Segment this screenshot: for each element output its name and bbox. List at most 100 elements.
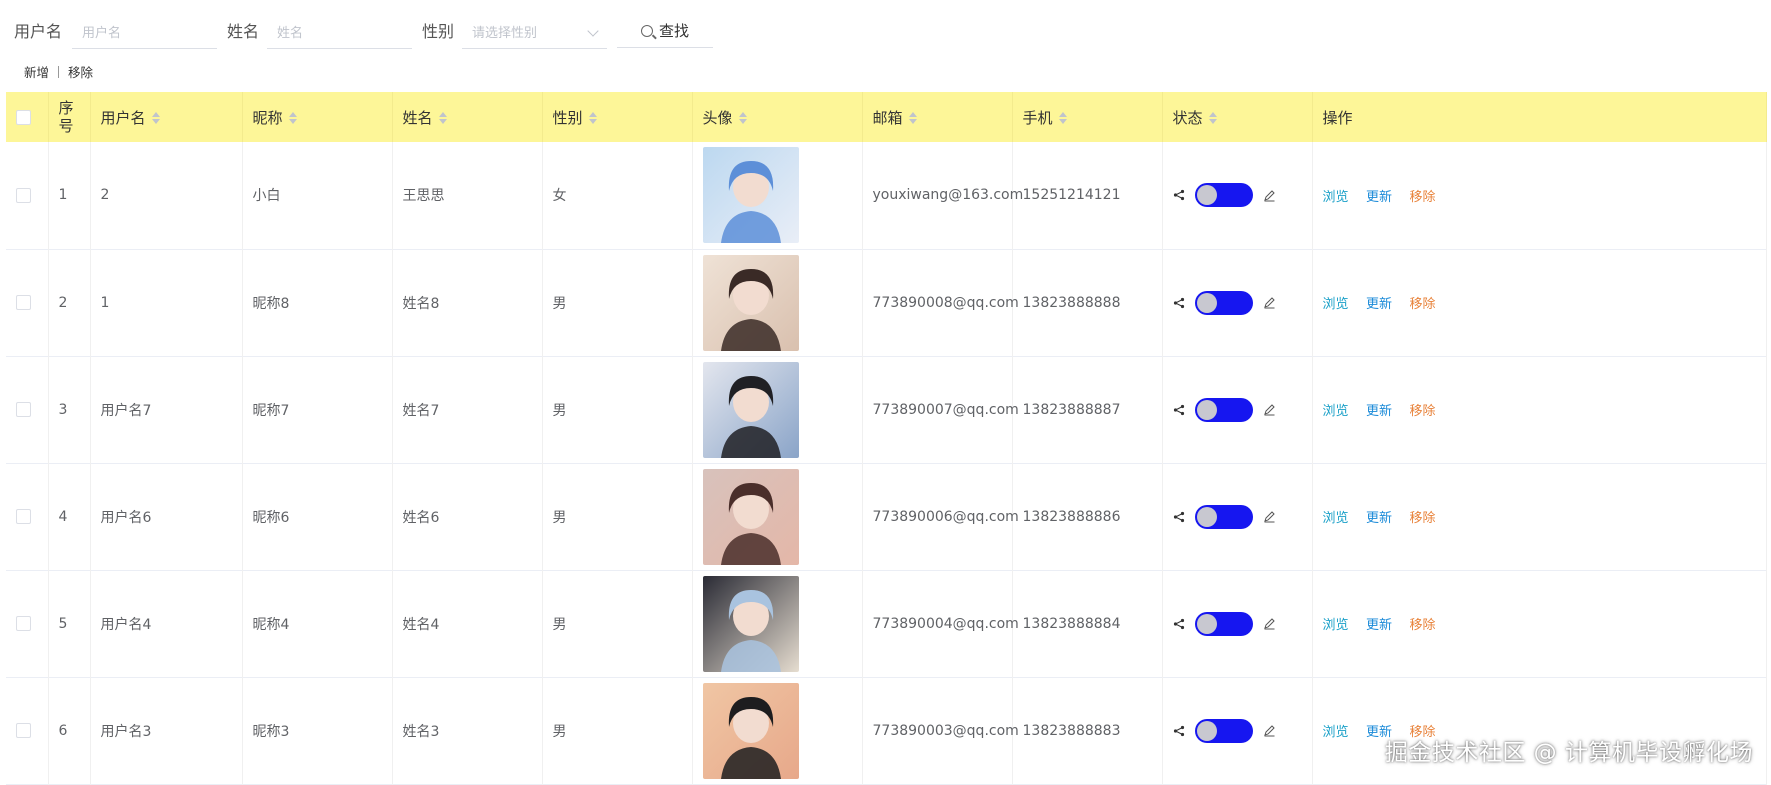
sort-icon[interactable]	[738, 112, 747, 124]
gender-select-input[interactable]	[462, 18, 608, 49]
avatar[interactable]	[702, 468, 799, 565]
row-checkbox[interactable]	[16, 402, 31, 417]
cell-nickname: 昵称7	[242, 356, 393, 463]
view-link[interactable]: 浏览	[1323, 725, 1349, 740]
edit-icon[interactable]	[1263, 296, 1276, 309]
sort-icon[interactable]	[1208, 112, 1217, 124]
toggle-knob	[1196, 506, 1217, 527]
gender-select[interactable]	[462, 18, 608, 49]
edit-icon[interactable]	[1263, 510, 1276, 523]
status-toggle[interactable]	[1194, 397, 1253, 422]
sort-icon[interactable]	[1058, 112, 1067, 124]
cell-name: 姓名3	[392, 677, 543, 784]
row-checkbox[interactable]	[16, 616, 31, 631]
sort-icon[interactable]	[438, 112, 447, 124]
header-username[interactable]: 用户名	[90, 92, 243, 142]
avatar[interactable]	[702, 682, 799, 779]
remove-link[interactable]: 移除	[1409, 190, 1435, 205]
header-name[interactable]: 姓名	[392, 92, 543, 142]
avatar[interactable]	[702, 254, 799, 351]
cell-seq: 4	[48, 463, 91, 570]
row-checkbox[interactable]	[16, 723, 31, 738]
header-status[interactable]: 状态	[1162, 92, 1313, 142]
share-icon[interactable]	[1173, 189, 1185, 201]
status-toggle[interactable]	[1194, 611, 1253, 636]
table-row: 3 用户名7 昵称7 姓名7 男 773890007@qq.com 138238…	[6, 356, 1767, 463]
header-seq: 序号	[58, 99, 74, 135]
table-row: 1 2 小白 王思思 女 youxiwang@163.com 152512141…	[6, 142, 1767, 249]
view-link[interactable]: 浏览	[1323, 511, 1349, 526]
update-link[interactable]: 更新	[1366, 297, 1392, 312]
remove-selected-button[interactable]: 移除	[68, 62, 93, 81]
header-avatar[interactable]: 头像	[692, 92, 863, 142]
cell-nickname: 昵称4	[242, 570, 393, 677]
share-icon[interactable]	[1173, 404, 1185, 416]
remove-link[interactable]: 移除	[1409, 404, 1435, 419]
avatar[interactable]	[702, 147, 799, 244]
cell-gender: 男	[542, 356, 693, 463]
view-link[interactable]: 浏览	[1323, 297, 1349, 312]
toggle-knob	[1196, 185, 1217, 206]
table-actions: 新增 移除	[24, 62, 93, 81]
cell-name: 王思思	[392, 142, 543, 249]
username-input[interactable]	[72, 18, 218, 49]
edit-icon[interactable]	[1263, 189, 1276, 202]
cell-avatar	[692, 570, 863, 677]
sort-icon[interactable]	[908, 112, 917, 124]
share-icon[interactable]	[1173, 297, 1185, 309]
remove-link[interactable]: 移除	[1409, 511, 1435, 526]
cell-name: 姓名8	[392, 249, 543, 356]
update-link[interactable]: 更新	[1366, 190, 1392, 205]
view-link[interactable]: 浏览	[1323, 618, 1349, 633]
cell-username: 用户名3	[90, 677, 243, 784]
header-gender-label: 性别	[552, 108, 583, 127]
toggle-knob	[1196, 292, 1217, 313]
header-phone-label: 手机	[1022, 108, 1053, 127]
edit-icon[interactable]	[1263, 403, 1276, 416]
share-icon[interactable]	[1173, 618, 1185, 630]
cell-email: 773890004@qq.com	[862, 570, 1019, 677]
share-icon[interactable]	[1173, 725, 1185, 737]
update-link[interactable]: 更新	[1366, 404, 1392, 419]
search-icon	[641, 24, 654, 37]
add-button[interactable]: 新增	[24, 62, 49, 81]
cell-email: 773890008@qq.com	[862, 249, 1019, 356]
sort-icon[interactable]	[588, 112, 597, 124]
row-checkbox[interactable]	[16, 187, 31, 203]
row-checkbox[interactable]	[16, 295, 31, 310]
select-all-checkbox[interactable]	[16, 110, 31, 125]
avatar[interactable]	[702, 575, 799, 672]
view-link[interactable]: 浏览	[1323, 190, 1349, 205]
cell-operation: 浏览 更新 移除	[1312, 570, 1767, 677]
cell-status	[1162, 356, 1313, 463]
cell-operation: 浏览 更新 移除	[1312, 463, 1767, 570]
name-input[interactable]	[267, 18, 413, 49]
view-link[interactable]: 浏览	[1323, 404, 1349, 419]
header-phone[interactable]: 手机	[1012, 92, 1163, 142]
cell-email: 773890003@qq.com	[862, 677, 1019, 784]
remove-link[interactable]: 移除	[1409, 618, 1435, 633]
share-icon[interactable]	[1173, 511, 1185, 523]
status-toggle[interactable]	[1194, 183, 1253, 208]
edit-icon[interactable]	[1263, 724, 1276, 737]
sort-icon[interactable]	[151, 112, 160, 124]
remove-link[interactable]: 移除	[1409, 297, 1435, 312]
cell-status	[1162, 249, 1313, 356]
status-toggle[interactable]	[1194, 504, 1253, 529]
status-toggle[interactable]	[1194, 290, 1253, 315]
search-button[interactable]: 查找	[617, 14, 714, 48]
cell-nickname: 昵称6	[242, 463, 393, 570]
avatar[interactable]	[702, 361, 799, 458]
update-link[interactable]: 更新	[1366, 618, 1392, 633]
sort-icon[interactable]	[288, 112, 297, 124]
cell-username: 2	[90, 142, 243, 249]
row-checkbox[interactable]	[16, 509, 31, 524]
divider	[58, 65, 60, 78]
header-gender[interactable]: 性别	[542, 92, 693, 142]
edit-icon[interactable]	[1263, 617, 1276, 630]
header-nickname[interactable]: 昵称	[242, 92, 393, 142]
header-avatar-label: 头像	[702, 108, 733, 127]
status-toggle[interactable]	[1194, 718, 1253, 743]
header-email[interactable]: 邮箱	[862, 92, 1013, 142]
update-link[interactable]: 更新	[1366, 511, 1392, 526]
